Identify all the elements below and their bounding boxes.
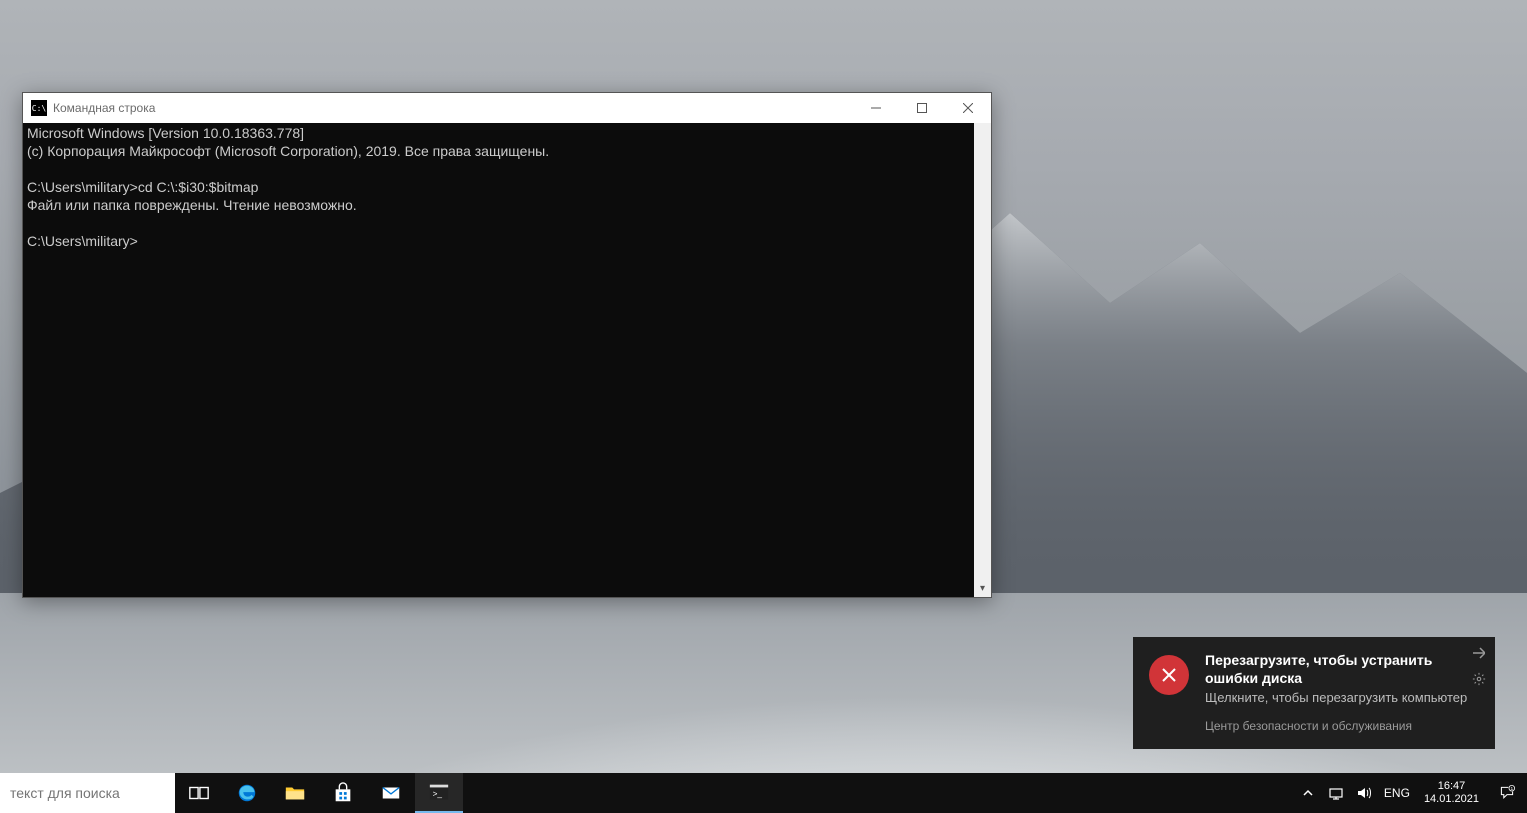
cmd-icon: C:\ xyxy=(31,100,47,116)
terminal-scrollbar[interactable]: ▾ xyxy=(974,123,991,597)
tray-clock[interactable]: 16:47 14.01.2021 xyxy=(1416,773,1487,813)
tray-date: 14.01.2021 xyxy=(1424,793,1479,806)
maximize-button[interactable] xyxy=(899,93,945,123)
window-title: Командная строка xyxy=(53,101,155,115)
terminal-line: (c) Корпорация Майкрософт (Microsoft Cor… xyxy=(27,143,549,159)
notification-subtitle: Щелкните, чтобы перезагрузить компьютер xyxy=(1205,689,1481,707)
taskbar-app-explorer[interactable] xyxy=(271,773,319,813)
notification-title: Перезагрузите, чтобы устранить ошибки ди… xyxy=(1205,651,1481,687)
task-view-button[interactable] xyxy=(175,773,223,813)
svg-text:>_: >_ xyxy=(433,790,443,799)
notification-toast[interactable]: Перезагрузите, чтобы устранить ошибки ди… xyxy=(1133,637,1495,749)
terminal-line: Microsoft Windows [Version 10.0.18363.77… xyxy=(27,125,304,141)
notification-settings-button[interactable] xyxy=(1469,669,1489,689)
scroll-down-icon[interactable]: ▾ xyxy=(974,580,991,597)
tray-volume-icon[interactable] xyxy=(1350,773,1378,813)
command-prompt-window[interactable]: C:\ Командная строка Microsoft Windows [… xyxy=(22,92,992,598)
taskbar-app-edge[interactable] xyxy=(223,773,271,813)
notification-dismiss-button[interactable] xyxy=(1469,643,1489,663)
tray-network-icon[interactable] xyxy=(1322,773,1350,813)
minimize-button[interactable] xyxy=(853,93,899,123)
close-button[interactable] xyxy=(945,93,991,123)
taskbar-app-mail[interactable] xyxy=(367,773,415,813)
taskbar[interactable]: >_ ENG 16:47 14.01.2021 1 xyxy=(0,773,1527,813)
search-input[interactable] xyxy=(0,773,175,813)
tray-time: 16:47 xyxy=(1438,780,1466,793)
tray-overflow-button[interactable] xyxy=(1294,773,1322,813)
error-icon xyxy=(1149,655,1189,695)
notification-count: 1 xyxy=(1510,786,1513,792)
terminal-line: Файл или папка повреждены. Чтение невозм… xyxy=(27,197,357,213)
taskbar-app-cmd[interactable]: >_ xyxy=(415,773,463,813)
tray-language-indicator[interactable]: ENG xyxy=(1378,773,1416,813)
terminal-output[interactable]: Microsoft Windows [Version 10.0.18363.77… xyxy=(23,123,991,597)
action-center-button[interactable]: 1 xyxy=(1487,773,1527,813)
window-titlebar[interactable]: C:\ Командная строка xyxy=(23,93,991,123)
notification-source: Центр безопасности и обслуживания xyxy=(1205,717,1481,735)
desktop[interactable]: C:\ Командная строка Microsoft Windows [… xyxy=(0,0,1527,813)
taskbar-app-store[interactable] xyxy=(319,773,367,813)
terminal-line: C:\Users\military>cd C:\:$i30:$bitmap xyxy=(27,179,258,195)
terminal-line: C:\Users\military> xyxy=(27,233,138,249)
